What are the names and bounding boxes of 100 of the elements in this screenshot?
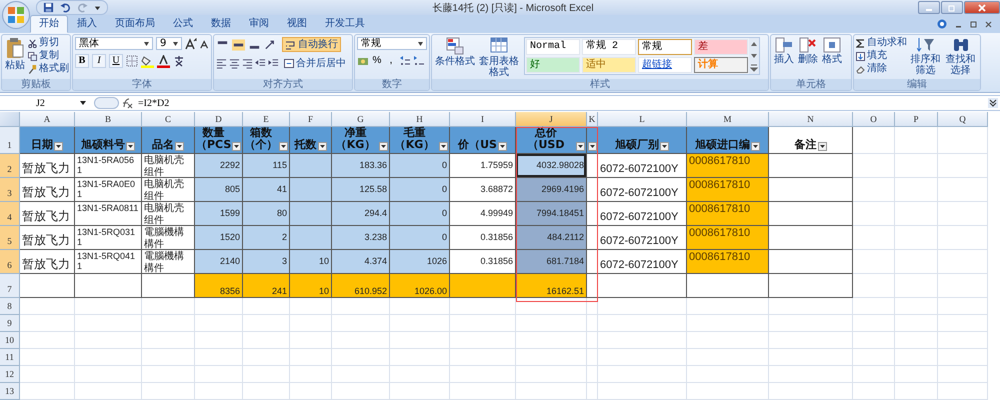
format-button[interactable]: I <box>92 54 106 68</box>
cell-command-button[interactable]: 删除 <box>797 37 819 65</box>
editing-action[interactable]: 清除 <box>856 63 907 75</box>
column-title: 日期 <box>31 139 53 151</box>
table-cell: 16162.51 <box>516 274 587 298</box>
table-cell: 805 <box>195 178 243 202</box>
column-title: 箱数（个） <box>244 127 278 151</box>
table-cell: 610.952 <box>332 274 390 298</box>
cell-style[interactable]: 好 <box>526 57 580 73</box>
table-cell: 241 <box>243 274 290 298</box>
column-header[interactable]: K <box>587 112 598 127</box>
column-header[interactable]: C <box>142 112 195 127</box>
row-header[interactable]: 12 <box>0 366 20 383</box>
table-cell: 1520 <box>195 226 243 250</box>
number-style-button[interactable]: , <box>385 54 397 68</box>
table-cell: 13N1-5RQ0411 <box>75 250 142 274</box>
column-header[interactable]: B <box>75 112 142 127</box>
name-box[interactable]: J2 <box>0 98 90 108</box>
row-header[interactable]: 4 <box>0 202 20 226</box>
cell-style[interactable]: 常规 <box>638 39 692 55</box>
column-header[interactable]: H <box>390 112 450 127</box>
table-cell: 0008617810 <box>687 226 769 250</box>
cell-style[interactable]: 超链接 <box>638 57 692 73</box>
editing-action[interactable]: 自动求和 <box>856 37 907 49</box>
ribbon-tab[interactable]: 公式 <box>164 15 202 33</box>
table-cell: 13N1-5RQ0311 <box>75 226 142 250</box>
clipboard-action[interactable]: 剪切 <box>28 37 69 49</box>
column-title: 数量（PCS <box>196 127 231 151</box>
column-header[interactable]: G <box>332 112 390 127</box>
column-title: 托数 <box>294 139 316 151</box>
paste-button[interactable]: 粘贴 <box>4 37 26 71</box>
editing-command-button[interactable]: 查找和选择 <box>944 37 977 76</box>
column-header[interactable]: N <box>769 112 853 127</box>
cell-style[interactable]: Normal <box>526 39 580 55</box>
cell-command-button[interactable]: 插入 <box>773 37 795 65</box>
row-header[interactable]: 2 <box>0 154 20 178</box>
row-header[interactable]: 7 <box>0 274 20 298</box>
column-header[interactable]: Q <box>938 112 988 127</box>
formula-input[interactable]: =I2*D2 <box>138 98 984 108</box>
ribbon-tab[interactable]: 开始 <box>30 15 68 33</box>
row-header[interactable]: 9 <box>0 315 20 332</box>
column-header[interactable]: P <box>895 112 938 127</box>
clipboard-action[interactable]: 复制 <box>28 50 69 62</box>
row-header[interactable]: 10 <box>0 332 20 349</box>
table-cell: 3 <box>243 250 290 274</box>
column-header[interactable]: I <box>450 112 516 127</box>
table-cell: 6072-6072100Y <box>598 202 687 226</box>
cell-style[interactable]: 差 <box>694 39 748 55</box>
column-header[interactable]: A <box>20 112 75 127</box>
number-format-dropdown[interactable]: 常规 <box>357 37 427 50</box>
row-header[interactable]: 11 <box>0 349 20 366</box>
table-cell: 484.2112 <box>516 226 587 250</box>
font-size-dropdown[interactable]: 9 <box>156 37 182 50</box>
table-cell: 183.36 <box>332 154 390 178</box>
cell-command-button[interactable]: 格式 <box>821 37 843 65</box>
ribbon-tab[interactable]: 视图 <box>278 15 316 33</box>
row-header[interactable]: 13 <box>0 383 20 400</box>
ribbon-tab[interactable]: 审阅 <box>240 15 278 33</box>
table-cell: 2140 <box>195 250 243 274</box>
table-cell: 80 <box>243 202 290 226</box>
column-header[interactable]: J <box>516 112 587 127</box>
format-button[interactable]: B <box>75 54 89 68</box>
style-command-button[interactable]: 条件格式 <box>434 37 476 67</box>
row-header[interactable]: 1 <box>0 127 20 154</box>
group-label: 对齐方式 <box>214 79 352 90</box>
ribbon-tab[interactable]: 开发工具 <box>316 15 374 33</box>
column-header[interactable]: M <box>687 112 769 127</box>
editing-action[interactable]: 填充 <box>856 50 907 62</box>
group-label: 剪贴板 <box>2 79 70 90</box>
column-header[interactable]: D <box>195 112 243 127</box>
wrap-text-button[interactable]: 自动换行 <box>282 37 341 52</box>
row-header[interactable]: 8 <box>0 298 20 315</box>
column-header[interactable]: O <box>853 112 895 127</box>
column-title: 品名 <box>152 139 174 151</box>
format-button[interactable]: U <box>109 54 123 68</box>
number-style-button[interactable]: % <box>371 54 383 68</box>
column-header[interactable]: L <box>598 112 687 127</box>
editing-command-button[interactable]: 排序和筛选 <box>909 37 942 76</box>
style-command-button[interactable]: 套用表格格式 <box>478 37 520 78</box>
cell-style[interactable]: 常规 2 <box>582 39 636 55</box>
column-title: 旭硕进口编 <box>695 139 750 151</box>
row-header[interactable]: 5 <box>0 226 20 250</box>
ribbon-tab[interactable]: 页面布局 <box>106 15 164 33</box>
row-header[interactable]: 6 <box>0 250 20 274</box>
column-header[interactable]: F <box>290 112 332 127</box>
column-header[interactable]: E <box>243 112 290 127</box>
cell-style[interactable]: 适中 <box>582 57 636 73</box>
ribbon-tab[interactable]: 插入 <box>68 15 106 33</box>
ribbon-tab[interactable]: 数据 <box>202 15 240 33</box>
table-cell: 2292 <box>195 154 243 178</box>
table-cell: 4.374 <box>332 250 390 274</box>
row-header[interactable]: 3 <box>0 178 20 202</box>
table-cell: 6072-6072100Y <box>598 226 687 250</box>
group-label: 数字 <box>355 79 429 90</box>
table-cell: 暂放飞力 <box>20 154 75 178</box>
font-name-dropdown[interactable]: 黑体 <box>75 37 153 50</box>
merge-center-button[interactable]: 合并后居中 <box>281 56 349 71</box>
table-cell: 125.58 <box>332 178 390 202</box>
table-cell: 6072-6072100Y <box>598 154 687 178</box>
clipboard-action[interactable]: 格式刷 <box>28 63 69 75</box>
